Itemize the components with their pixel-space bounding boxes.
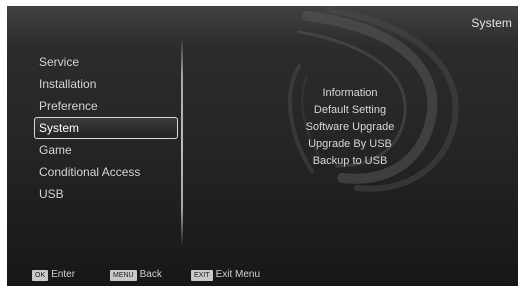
main-menu-item-conditional-access[interactable]: Conditional Access [34, 161, 178, 183]
hint-exit-label: Exit Menu [215, 269, 261, 280]
hint-menu-label: Back [139, 269, 162, 280]
submenu-item-upgrade-by-usb[interactable]: Upgrade By USB [270, 136, 430, 153]
main-menu-item-usb[interactable]: USB [34, 183, 178, 205]
exit-key-icon: EXIT [191, 269, 213, 281]
footer-hints: OK Enter MENU Back EXIT Exit Menu [7, 269, 518, 283]
screen-title: System [471, 16, 512, 30]
ok-key-icon: OK [32, 269, 49, 281]
submenu-item-software-upgrade[interactable]: Software Upgrade [270, 119, 430, 136]
main-menu-item-game[interactable]: Game [34, 139, 178, 161]
main-menu-item-system[interactable]: System [34, 117, 178, 139]
main-menu-item-preference[interactable]: Preference [34, 95, 178, 117]
system-submenu: Information Default Setting Software Upg… [270, 85, 430, 170]
submenu-item-information[interactable]: Information [270, 85, 430, 102]
main-menu-item-installation[interactable]: Installation [34, 73, 178, 95]
main-menu: Service Installation Preference System G… [34, 51, 178, 205]
menu-divider [181, 38, 183, 246]
hint-exit: EXIT Exit Menu [191, 269, 260, 281]
main-menu-item-service[interactable]: Service [34, 51, 178, 73]
submenu-item-backup-to-usb[interactable]: Backup to USB [270, 153, 430, 170]
hint-menu: MENU Back [110, 269, 162, 281]
tv-menu-screen: System Service Installation Preference S… [7, 6, 518, 286]
hint-ok: OK Enter [32, 269, 75, 281]
hint-ok-label: Enter [51, 269, 76, 280]
menu-key-icon: MENU [110, 269, 137, 281]
submenu-item-default-setting[interactable]: Default Setting [270, 102, 430, 119]
